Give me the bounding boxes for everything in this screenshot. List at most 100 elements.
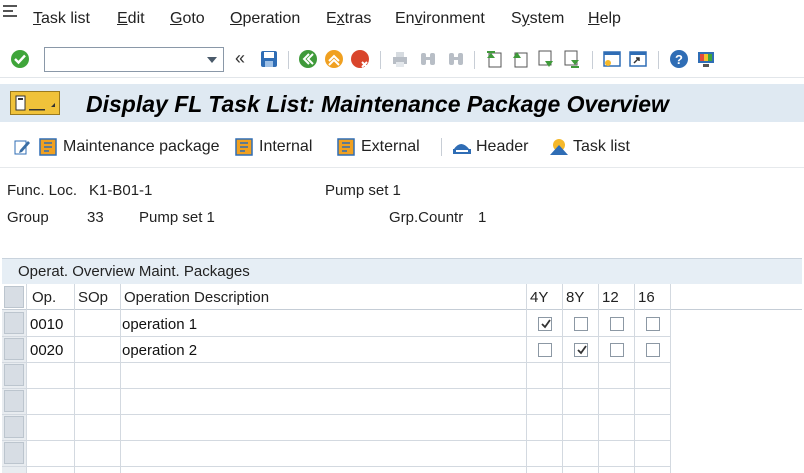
save-icon[interactable]	[259, 49, 279, 69]
task-list-label: Task list	[573, 138, 630, 155]
row-1-checkbox-16[interactable]	[646, 317, 660, 331]
collapse-command-icon[interactable]: «	[235, 48, 245, 69]
column-header-4y[interactable]: 4Y	[530, 289, 548, 306]
internal-button[interactable]: Internal	[234, 136, 312, 158]
back-icon[interactable]	[298, 49, 318, 69]
row-selector[interactable]	[4, 390, 24, 412]
page-title: Display FL Task List: Maintenance Packag…	[86, 91, 669, 117]
menu-extras[interactable]: Extras	[326, 10, 371, 28]
task-list-button[interactable]: Task list	[548, 136, 630, 158]
row-selector[interactable]	[4, 338, 24, 360]
row-2-checkbox-16[interactable]	[646, 343, 660, 357]
row-2-checkbox-8y[interactable]	[574, 343, 588, 357]
menu-edit[interactable]: Edit	[117, 10, 145, 28]
find-next-icon[interactable]	[446, 49, 466, 69]
menu-environment[interactable]: Environment	[395, 10, 485, 28]
screen-menu-button[interactable]	[10, 91, 60, 115]
chevron-down-icon[interactable]	[207, 57, 217, 63]
first-page-icon[interactable]	[484, 49, 504, 69]
row-2-description[interactable]: operation 2	[122, 342, 197, 359]
find-icon[interactable]	[418, 49, 438, 69]
column-header-16[interactable]: 16	[638, 289, 655, 306]
command-field[interactable]	[44, 47, 224, 72]
help-icon[interactable]: ?	[669, 49, 689, 69]
row-1-description[interactable]: operation 1	[122, 316, 197, 333]
system-menu-icon[interactable]	[2, 4, 18, 18]
maintenance-package-label: Maintenance package	[63, 138, 220, 155]
toolbar-separator	[658, 51, 659, 69]
external-button[interactable]: External	[336, 136, 420, 158]
column-header-description[interactable]: Operation Description	[124, 289, 269, 306]
func-loc-label: Func. Loc.	[7, 182, 78, 199]
column-header-op[interactable]: Op.	[32, 289, 56, 306]
cancel-icon[interactable]	[350, 49, 370, 69]
grid-line	[74, 284, 75, 473]
row-selector[interactable]	[4, 364, 24, 386]
header-icon	[453, 144, 471, 154]
row-1-checkbox-4y[interactable]	[538, 317, 552, 331]
application-toolbar: Maintenance package Internal External He…	[0, 124, 804, 168]
print-icon[interactable]	[390, 49, 410, 69]
menu-task-list[interactable]: Task list	[33, 10, 90, 28]
grid-line	[598, 284, 599, 473]
grid-line	[2, 336, 670, 337]
external-icon	[337, 138, 355, 156]
toolbar-separator	[441, 138, 442, 156]
table-title-bar: Operat. Overview Maint. Packages	[2, 258, 802, 284]
grid-line	[2, 388, 670, 389]
title-bar: Display FL Task List: Maintenance Packag…	[0, 84, 804, 122]
menu-operation[interactable]: Operation	[230, 10, 300, 28]
grid-line	[2, 440, 670, 441]
next-page-icon[interactable]	[536, 49, 556, 69]
grid-line	[120, 284, 121, 473]
shortcut-icon[interactable]	[628, 49, 648, 69]
table-title: Operat. Overview Maint. Packages	[18, 263, 250, 280]
grid-line	[26, 284, 27, 473]
maintenance-packages-table: Op. SOp Operation Description 4Y 8Y 12 1…	[2, 284, 802, 473]
row-selector[interactable]	[4, 416, 24, 438]
toolbar-separator	[380, 51, 381, 69]
checkmark-icon	[541, 319, 551, 329]
row-selector[interactable]	[4, 312, 24, 334]
menu-goto[interactable]: Goto	[170, 10, 205, 28]
toolbar-separator	[592, 51, 593, 69]
menu-bar: Task list Edit Goto Operation Extras Env…	[0, 0, 804, 40]
previous-page-icon[interactable]	[510, 49, 530, 69]
last-page-icon[interactable]	[562, 49, 582, 69]
toolbar-separator	[288, 51, 289, 69]
row-1-checkbox-12[interactable]	[610, 317, 624, 331]
row-selector[interactable]	[4, 442, 24, 464]
group-counter-value: 1	[478, 209, 487, 226]
row-2-checkbox-4y[interactable]	[538, 343, 552, 357]
internal-label: Internal	[259, 138, 313, 155]
row-2-checkbox-12[interactable]	[610, 343, 624, 357]
standard-toolbar: « ?	[0, 40, 804, 78]
column-header-8y[interactable]: 8Y	[566, 289, 584, 306]
command-input[interactable]	[45, 48, 205, 70]
group-description: Pump set 1	[139, 209, 215, 226]
header-label: Header	[476, 138, 529, 155]
menu-help[interactable]: Help	[588, 10, 621, 28]
enter-check-icon[interactable]	[10, 49, 30, 69]
exit-icon[interactable]	[324, 49, 344, 69]
menu-system[interactable]: System	[511, 10, 564, 28]
svg-text:?: ?	[675, 52, 683, 67]
package-icon	[39, 138, 57, 156]
row-1-checkbox-8y[interactable]	[574, 317, 588, 331]
func-loc-description: Pump set 1	[325, 182, 401, 199]
edit-pencil-icon[interactable]	[12, 137, 32, 157]
select-all-button[interactable]	[4, 286, 24, 308]
column-header-sop[interactable]: SOp	[78, 289, 108, 306]
header-button[interactable]: Header	[451, 136, 528, 158]
new-session-icon[interactable]	[602, 49, 622, 69]
row-2-op[interactable]: 0020	[30, 342, 63, 359]
customize-layout-icon[interactable]	[696, 49, 716, 69]
grid-line	[670, 284, 671, 473]
maintenance-package-button[interactable]: Maintenance package	[38, 136, 220, 158]
grid-line	[562, 284, 563, 473]
row-1-op[interactable]: 0010	[30, 316, 63, 333]
column-header-12[interactable]: 12	[602, 289, 619, 306]
grid-line	[2, 362, 670, 363]
func-loc-value: K1-B01-1	[89, 182, 153, 199]
internal-icon	[235, 138, 253, 156]
